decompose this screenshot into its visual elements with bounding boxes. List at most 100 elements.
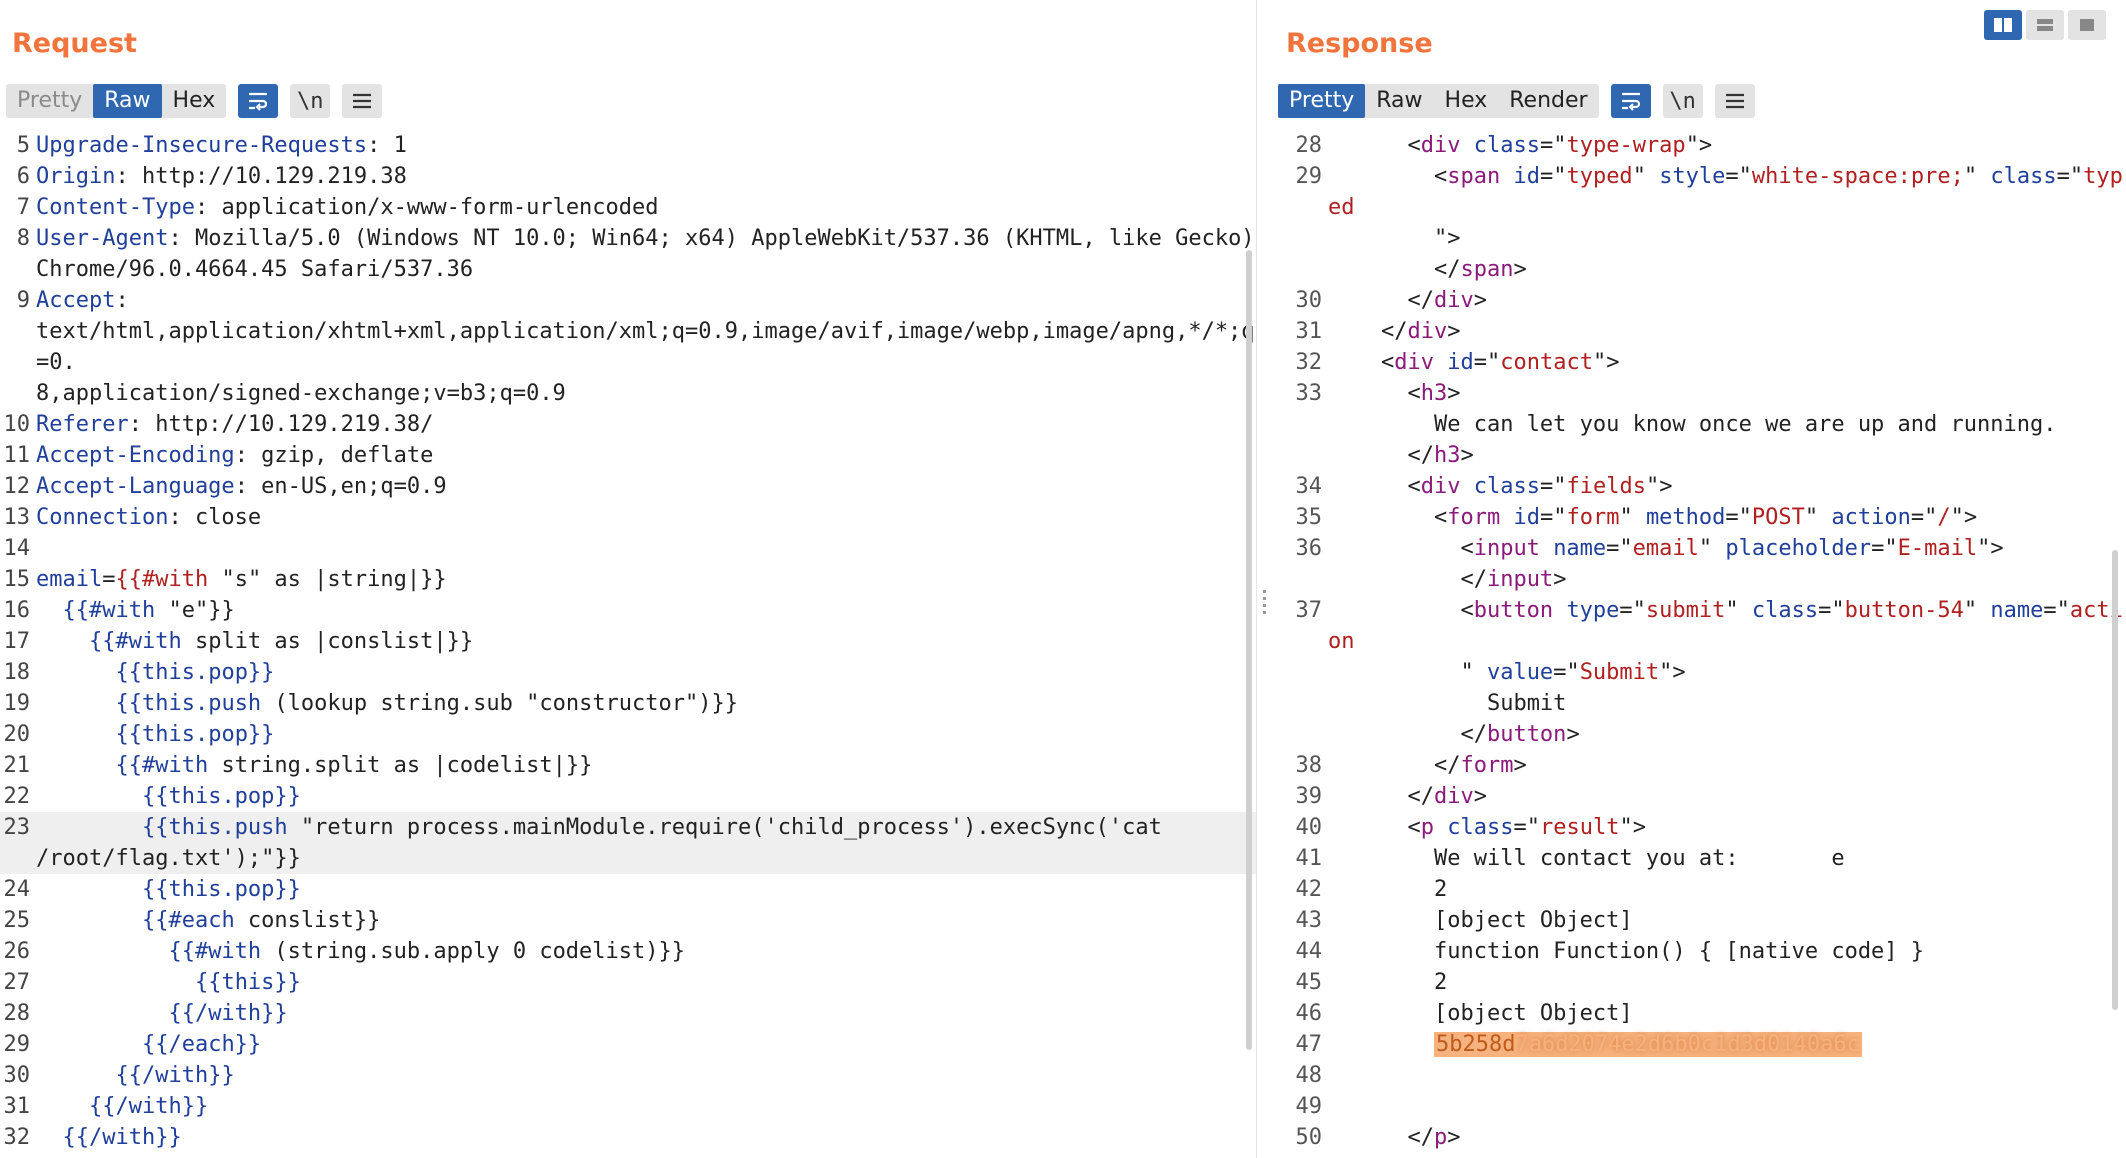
request-line-content: {{this.push "return process.mainModule.r… — [36, 812, 1256, 874]
request-token — [36, 722, 115, 747]
request-token: Content-Type — [36, 195, 195, 220]
request-scrollbar[interactable] — [1246, 250, 1252, 1050]
request-code-line: 13 Connection: close — [0, 502, 1256, 533]
response-editor[interactable]: 28 <div class="type-wrap"> 29 <span id="t… — [1272, 130, 2126, 1158]
response-token: input — [1486, 567, 1554, 592]
response-token: > — [1553, 567, 1567, 592]
request-line-number: 26 — [3, 939, 31, 964]
response-line-number: 51 — [1272, 1153, 1328, 1158]
request-token: Referer — [36, 412, 129, 437]
response-line-content: <div class="type-wrap"> — [1328, 130, 2126, 161]
response-token: =" — [1871, 536, 1898, 561]
response-token — [1540, 536, 1553, 561]
request-code-line: 30 {{/with}} — [0, 1060, 1256, 1091]
response-token: We will contact you at: e — [1328, 846, 1845, 871]
response-token: class — [1447, 815, 1514, 840]
request-line-content: email={{#with "s" as |string|}} — [36, 564, 1256, 595]
request-token: : http://10.129.219.38 — [115, 164, 407, 189]
response-token: style — [1659, 164, 1726, 189]
request-code-line: 20 {{this.pop}} — [0, 719, 1256, 750]
response-line-content: function Function() { [native code] } — [1328, 936, 2126, 967]
request-code-line: 31 {{/with}} — [0, 1091, 1256, 1122]
response-token: contact — [1500, 350, 1593, 375]
response-line-number: 47 — [1295, 1032, 1323, 1057]
response-line-number: 28 — [1295, 133, 1323, 158]
response-token: p — [1433, 1125, 1448, 1150]
request-code-line: 26 {{#with (string.sub.apply 0 codelist)… — [0, 936, 1256, 967]
response-code-line: 39 </div> — [1272, 781, 2126, 812]
layout-side-by-side-button[interactable] — [1984, 10, 2022, 40]
request-code-line: 11 Accept-Encoding: gzip, deflate — [0, 440, 1256, 471]
request-token: {{this.pop}} — [115, 722, 275, 747]
request-show-newlines-button[interactable]: \n — [290, 84, 331, 118]
response-token: < — [1328, 350, 1395, 375]
request-token: Upgrade-Insecure-Requests — [36, 133, 368, 158]
response-line-content: <form id="form" method="POST" action="/"… — [1328, 502, 2126, 533]
response-code-line: 32 <div id="contact"> — [1272, 347, 2126, 378]
request-token: : Mozilla/5.0 (Windows NT 10.0; Win64; x… — [36, 226, 1255, 282]
request-token — [36, 753, 115, 778]
request-code-line: 27 {{this}} — [0, 967, 1256, 998]
wrap-lines-icon — [1621, 92, 1640, 111]
response-line-number: 31 — [1295, 319, 1323, 344]
request-tab-raw[interactable]: Raw — [93, 84, 162, 118]
response-token: value — [1486, 660, 1554, 685]
request-token: Accept — [36, 288, 116, 313]
request-code-line: 29 {{/each}} — [0, 1029, 1256, 1060]
request-menu-button[interactable] — [342, 84, 383, 118]
response-code-line: 51 </div> — [1272, 1153, 2126, 1158]
response-line-number: 49 — [1295, 1094, 1323, 1119]
response-menu-button[interactable] — [1714, 84, 1755, 118]
request-line-content: {{this.push (lookup string.sub "construc… — [36, 688, 1256, 719]
request-line-content: Referer: http://10.129.219.38/ — [36, 409, 1256, 440]
response-line-content: 5b258d7a6d2074e2d6b0c1d3d0140a6c — [1328, 1029, 2126, 1060]
response-token: form — [1566, 505, 1620, 530]
request-toolbar: Pretty Raw Hex \n — [6, 84, 383, 118]
request-line-content: {{/each}} — [36, 1029, 1256, 1060]
response-line-content: <span id="typed" style="white-space:pre;… — [1328, 161, 2126, 285]
response-token: =" — [1725, 164, 1752, 189]
request-code-line: 24 {{this.pop}} — [0, 874, 1256, 905]
response-tab-raw[interactable]: Raw — [1365, 84, 1433, 118]
response-token: " — [1725, 598, 1752, 623]
layout-tabs-button[interactable] — [2068, 10, 2106, 40]
response-wrap-lines-button[interactable] — [1610, 84, 1651, 118]
response-token: div — [1407, 319, 1448, 344]
request-token: string.split as |codelist|}} — [208, 753, 593, 778]
response-tab-render[interactable]: Render — [1498, 84, 1598, 118]
response-line-number: 36 — [1295, 536, 1323, 561]
response-token: email — [1632, 536, 1699, 561]
request-token: {{/with}} — [115, 1063, 235, 1088]
response-tab-hex[interactable]: Hex — [1434, 84, 1499, 118]
response-code-line: 41 We will contact you at: e — [1272, 843, 2126, 874]
request-editor[interactable]: 5 Upgrade-Insecure-Requests: 1 6 Origin: ht… — [0, 130, 1256, 1158]
request-tab-hex[interactable]: Hex — [162, 84, 227, 118]
request-line-number: 13 — [3, 505, 31, 530]
response-line-content: </div> — [1328, 316, 2126, 347]
response-token — [1328, 1032, 1434, 1057]
response-token: =" — [1553, 660, 1580, 685]
response-line-number: 33 — [1295, 381, 1323, 406]
response-line-number: 29 — [1295, 164, 1323, 189]
response-line-number: 50 — [1295, 1125, 1323, 1150]
response-scrollbar[interactable] — [2112, 550, 2118, 1010]
response-token: type — [1566, 598, 1620, 623]
response-tab-pretty[interactable]: Pretty — [1278, 84, 1366, 118]
response-token: < — [1328, 164, 1448, 189]
pane-divider[interactable] — [1256, 0, 1273, 1158]
request-token — [36, 877, 142, 902]
request-line-content: {{/with}} — [36, 1122, 1256, 1153]
request-code-line: 17 {{#with split as |conslist|}} — [0, 626, 1256, 657]
response-show-newlines-button[interactable]: \n — [1662, 84, 1703, 118]
request-tab-pretty[interactable]: Pretty — [6, 84, 93, 118]
request-wrap-lines-button[interactable] — [238, 84, 279, 118]
response-token: "> — [1950, 505, 1978, 530]
wrap-lines-icon — [249, 92, 268, 111]
request-token: Connection — [36, 505, 169, 530]
request-line-number: 28 — [3, 1001, 31, 1026]
layout-stacked-button[interactable] — [2026, 10, 2064, 40]
request-code-line: 6 Origin: http://10.129.219.38 — [0, 161, 1256, 192]
response-token: type-wrap — [1566, 133, 1686, 158]
response-line-number: 46 — [1295, 1001, 1323, 1026]
request-token — [36, 815, 142, 840]
